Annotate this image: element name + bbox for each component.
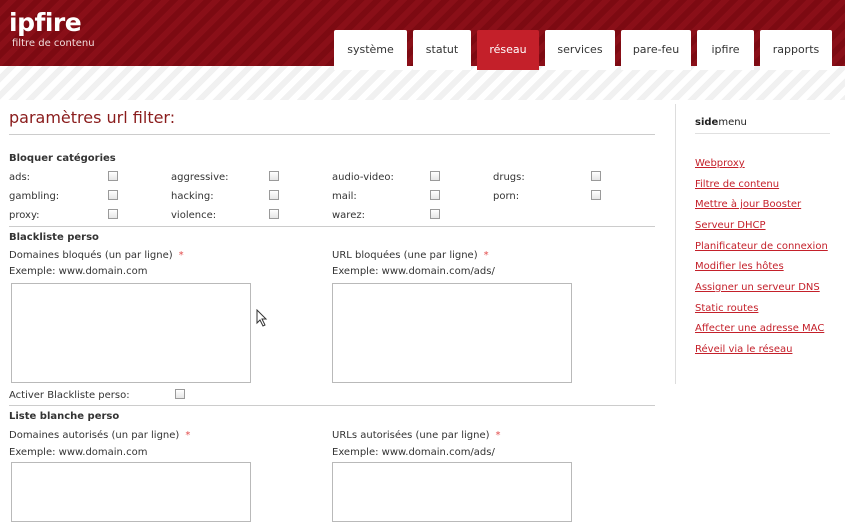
category-checkbox-ads[interactable] [108,171,118,181]
category-label-hacking: hacking: [171,191,214,202]
sidemenu-link-dhcp[interactable]: Serveur DHCP [695,220,766,231]
tab-rapports[interactable]: rapports [760,30,832,70]
tab-systeme[interactable]: système [334,30,407,70]
tab-statut[interactable]: statut [413,30,471,70]
blacklist-domains-textarea[interactable] [11,283,251,383]
category-checkbox-warez[interactable] [430,209,440,219]
sidemenu-link-connection-scheduler[interactable]: Planificateur de connexion [695,241,828,252]
required-mark: * [495,430,501,441]
blacklist-domains-example: Exemple: www.domain.com [9,266,148,277]
tab-pare-feu[interactable]: pare-feu [621,30,691,70]
category-checkbox-porn[interactable] [591,190,601,200]
logo[interactable]: ipfire [9,8,82,37]
blacklist-urls-label: URL bloquées (une par ligne) * [332,250,489,261]
sidemenu-link-wake-on-lan[interactable]: Réveil via le réseau [695,344,792,355]
whitelist-domains-label: Domaines autorisés (un par ligne) * [9,430,191,441]
blacklist-domains-label: Domaines bloqués (un par ligne) * [9,250,184,261]
category-label-mail: mail: [332,191,357,202]
blacklist-heading: Blackliste perso [9,232,99,243]
category-checkbox-hacking[interactable] [269,190,279,200]
blacklist-urls-example: Exemple: www.domain.com/ads/ [332,266,495,277]
category-label-porn: porn: [493,191,520,202]
category-checkbox-aggressive[interactable] [269,171,279,181]
category-label-gambling: gambling: [9,191,60,202]
activate-blacklist-checkbox[interactable] [175,389,185,399]
sidemenu-link-update-booster[interactable]: Mettre à jour Booster [695,199,801,210]
logo-subtitle: filtre de contenu [12,38,95,49]
category-checkbox-proxy[interactable] [108,209,118,219]
tab-reseau[interactable]: réseau [477,30,539,70]
sidemenu-link-static-routes[interactable]: Static routes [695,303,758,314]
whitelist-urls-label: URLs autorisées (une par ligne) * [332,430,501,441]
whitelist-domains-example: Exemple: www.domain.com [9,447,148,458]
category-checkbox-violence[interactable] [269,209,279,219]
category-checkbox-mail[interactable] [430,190,440,200]
sidemenu-link-hosts[interactable]: Modifier les hôtes [695,261,784,272]
activate-blacklist-label: Activer Blackliste perso: [9,390,130,401]
blacklist-urls-textarea[interactable] [332,283,572,383]
header-stripe-band [0,66,845,100]
sidemenu-link-mac-address[interactable]: Affecter une adresse MAC [695,323,824,334]
title-divider [9,134,655,135]
category-checkbox-drugs[interactable] [591,171,601,181]
page-title: paramètres url filter: [9,108,176,127]
whitelist-urls-example: Exemple: www.domain.com/ads/ [332,447,495,458]
sidemenu-title-divider [695,133,830,134]
whitelist-heading: Liste blanche perso [9,411,120,422]
required-mark: * [185,430,191,441]
category-label-violence: violence: [171,210,217,221]
required-mark: * [483,250,489,261]
category-checkbox-gambling[interactable] [108,190,118,200]
mouse-cursor-icon [256,309,268,327]
whitelist-urls-textarea[interactable] [332,462,572,522]
tab-services[interactable]: services [545,30,615,70]
sidemenu-title: sidemenu [695,117,747,128]
sidemenu-link-webproxy[interactable]: Webproxy [695,158,745,169]
block-categories-heading: Bloquer catégories [9,153,116,164]
category-label-aggressive: aggressive: [171,172,229,183]
category-label-ads: ads: [9,172,31,183]
category-label-drugs: drugs: [493,172,525,183]
section-divider [9,405,655,406]
category-label-proxy: proxy: [9,210,40,221]
sidemenu-divider [675,104,676,384]
required-mark: * [178,250,184,261]
whitelist-domains-textarea[interactable] [11,462,251,522]
category-label-audio-video: audio-video: [332,172,394,183]
tab-ipfire[interactable]: ipfire [697,30,754,70]
category-checkbox-audio-video[interactable] [430,171,440,181]
sidemenu-link-filtre-contenu[interactable]: Filtre de contenu [695,179,779,190]
sidemenu-link-dns-server[interactable]: Assigner un serveur DNS [695,282,820,293]
category-label-warez: warez: [332,210,365,221]
section-divider [9,226,655,227]
